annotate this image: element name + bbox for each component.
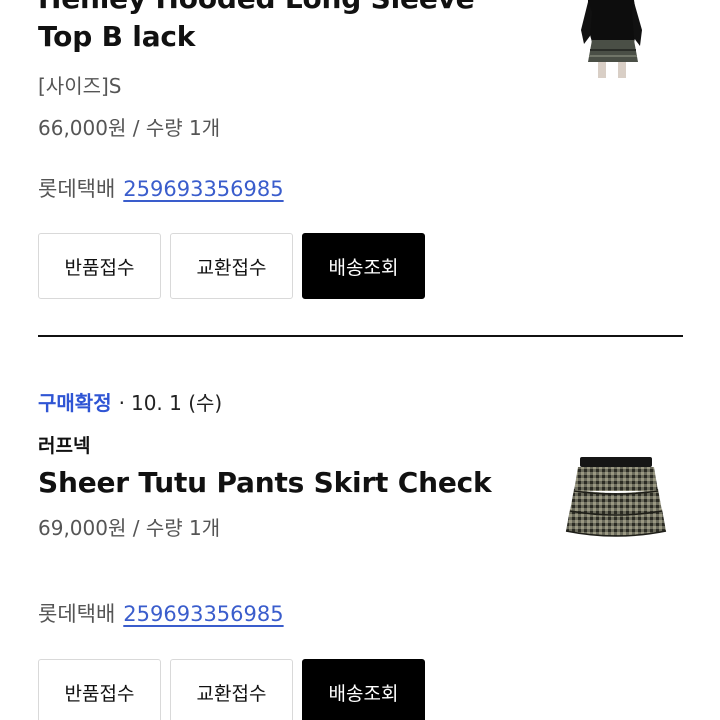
return-request-button[interactable]: 반품접수 bbox=[38, 233, 161, 299]
courier-name: 롯데택배 bbox=[38, 602, 116, 626]
tracking-number-link[interactable]: 259693356985 bbox=[123, 602, 283, 626]
status-date: 10. 1 (수) bbox=[130, 391, 223, 415]
product-option: [사이즈]S bbox=[38, 74, 122, 98]
track-delivery-button[interactable]: 배송조회 bbox=[302, 233, 425, 299]
exchange-request-button[interactable]: 교환접수 bbox=[170, 659, 293, 720]
tracking-number-link[interactable]: 259693356985 bbox=[123, 177, 283, 201]
return-request-button[interactable]: 반품접수 bbox=[38, 659, 161, 720]
exchange-request-button[interactable]: 교환접수 bbox=[170, 233, 293, 299]
courier-name: 롯데택배 bbox=[38, 177, 116, 201]
status-badge: 구매확정 bbox=[38, 391, 112, 415]
order-status-row: 구매확정 · 10. 1 (수) bbox=[38, 387, 222, 416]
product-thumbnail[interactable] bbox=[548, 445, 688, 555]
price-quantity: 66,000원 / 수량 1개 bbox=[38, 116, 221, 140]
product-thumbnail[interactable] bbox=[548, 0, 688, 82]
tracking-row: 롯데택배 259693356985 bbox=[38, 173, 284, 203]
tracking-row: 롯데택배 259693356985 bbox=[38, 598, 284, 628]
tiered-check-skirt-icon bbox=[565, 457, 667, 537]
order-actions: 반품접수 교환접수 배송조회 bbox=[38, 659, 425, 720]
order-actions: 반품접수 교환접수 배송조회 bbox=[38, 233, 425, 299]
section-divider bbox=[38, 335, 683, 337]
price-quantity: 69,000원 / 수량 1개 bbox=[38, 516, 221, 540]
product-name-text[interactable]: Henley Hooded Long Sleeve Top B lack bbox=[38, 0, 475, 53]
status-separator: · bbox=[118, 391, 125, 415]
product-name[interactable]: Sheer Tutu Pants Skirt Check bbox=[38, 464, 492, 502]
product-name[interactable]: Henley Hooded Long Sleeve Top B lack bbox=[38, 0, 538, 56]
brand-name[interactable]: 러프넥 bbox=[38, 431, 90, 458]
track-delivery-button[interactable]: 배송조회 bbox=[302, 659, 425, 720]
